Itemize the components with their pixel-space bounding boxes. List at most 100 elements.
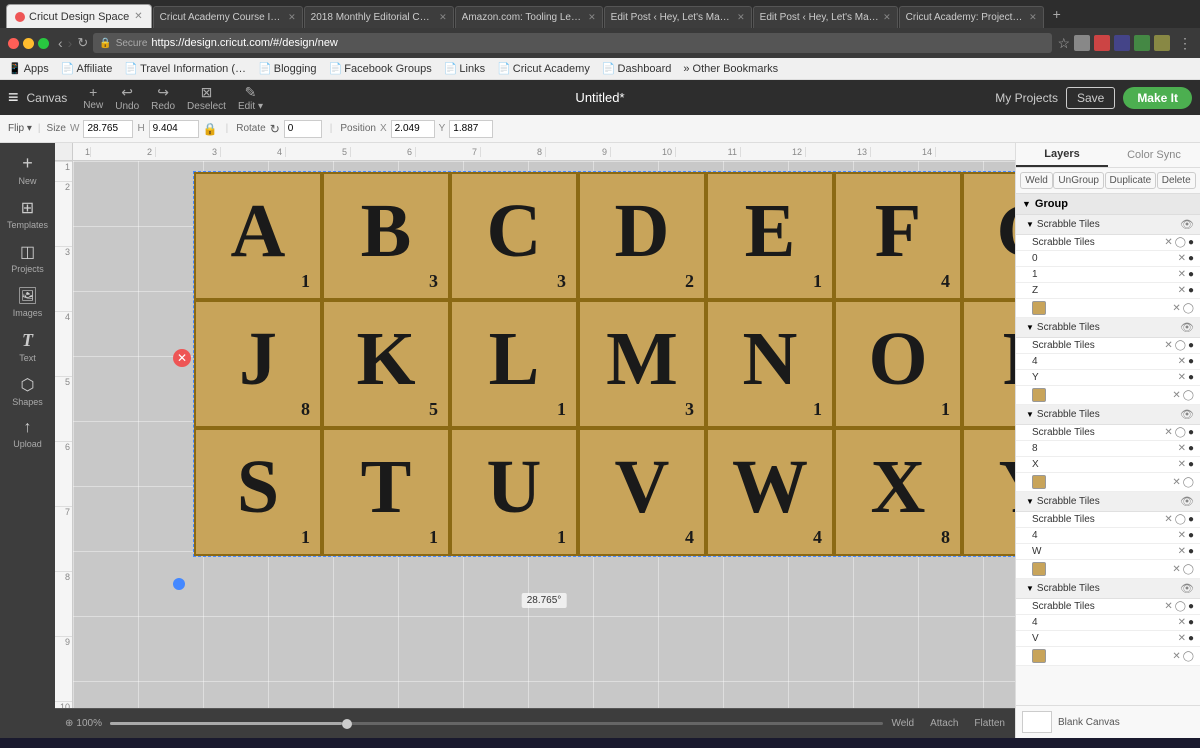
redo-btn[interactable]: ↪ Redo (151, 84, 175, 112)
tile-C[interactable]: C 3 (450, 172, 578, 300)
tool-images[interactable]: 🖼 Images (3, 280, 53, 324)
layer-circle-c4[interactable]: ◯ (1183, 564, 1194, 575)
layer-circle-c1[interactable]: ◯ (1183, 303, 1194, 314)
layer-subgroup-header-5[interactable]: ▼ Scrabble Tiles 👁 (1016, 579, 1200, 599)
layer-x-4c[interactable]: ✕ (1178, 617, 1186, 628)
layer-circle-st5[interactable]: ◯ (1175, 601, 1186, 612)
layer-x-Ya[interactable]: ✕ (1178, 372, 1186, 383)
undo-btn[interactable]: ↩ Undo (115, 84, 139, 112)
new-tab-btn[interactable]: + (1045, 6, 1069, 22)
zoom-slider-wrapper[interactable] (110, 722, 883, 725)
tool-shapes[interactable]: ⬡ Shapes (3, 369, 53, 413)
layer-fill-st2[interactable]: ● (1188, 340, 1194, 351)
layer-item-color-1[interactable]: ✕ ◯ (1016, 299, 1200, 318)
tile-J[interactable]: J 8 (194, 300, 322, 428)
bookmark-blogging[interactable]: 📄 Blogging (258, 62, 317, 75)
refresh-btn[interactable]: ↻ (77, 35, 88, 51)
deselect-btn[interactable]: ⊠ Deselect (187, 84, 226, 112)
tile-E[interactable]: E 1 (706, 172, 834, 300)
bookmark-dashboard[interactable]: 📄 Dashboard (602, 62, 672, 75)
save-btn[interactable]: Save (1066, 87, 1115, 109)
zoom-btn[interactable]: ⊕ 100% (65, 718, 102, 729)
layer-item-Vc[interactable]: V ✕ ● (1016, 631, 1200, 647)
bookmark-affiliate[interactable]: 📄 Affiliate (61, 62, 113, 75)
flip-btn[interactable]: Flip ▾ (8, 123, 32, 134)
layer-x-Wb[interactable]: ✕ (1178, 546, 1186, 557)
bookmark-other[interactable]: » Other Bookmarks (683, 63, 778, 75)
layer-x-st5[interactable]: ✕ (1164, 601, 1172, 612)
layer-circle-1b[interactable]: ● (1188, 269, 1194, 280)
resize-handle[interactable] (173, 578, 185, 590)
tile-M[interactable]: M 3 (578, 300, 706, 428)
group-header[interactable]: ▼ Group (1016, 194, 1200, 215)
layer-circle-c5[interactable]: ◯ (1183, 651, 1194, 662)
traffic-light-green[interactable] (38, 38, 49, 49)
tab-3[interactable]: 2018 Monthly Editorial Cale... ✕ (304, 6, 454, 28)
tile-T[interactable]: T 1 (322, 428, 450, 556)
layer-visibility-1[interactable]: 👁 (1180, 218, 1194, 231)
layer-circle-Z[interactable]: ● (1188, 285, 1194, 296)
layer-item-scrabble-tiles-1[interactable]: Scrabble Tiles ✕ ◯ ● (1016, 235, 1200, 251)
layer-visibility-5[interactable]: 👁 (1180, 582, 1194, 595)
tile-U[interactable]: U 1 (450, 428, 578, 556)
tab-close-3[interactable]: ✕ (439, 12, 447, 23)
layer-item-Wb[interactable]: W ✕ ● (1016, 544, 1200, 560)
forward-btn[interactable]: › (68, 35, 73, 51)
tile-N[interactable]: N 1 (706, 300, 834, 428)
layer-x-st4[interactable]: ✕ (1164, 514, 1172, 525)
duplicate-btn[interactable]: Duplicate (1105, 172, 1157, 189)
x-input[interactable] (391, 120, 435, 138)
bookmark-star-icon[interactable]: ☆ (1057, 35, 1070, 52)
layer-item-4c[interactable]: 4 ✕ ● (1016, 615, 1200, 631)
layer-circle-st4[interactable]: ◯ (1175, 514, 1186, 525)
layer-visibility-2[interactable]: 👁 (1180, 321, 1194, 334)
tab-1[interactable]: Cricut Design Space ✕ (6, 4, 152, 28)
bookmark-cricut[interactable]: 📄 Cricut Academy (497, 62, 590, 75)
extension-icon-2[interactable] (1094, 35, 1110, 51)
layer-x-8[interactable]: ✕ (1178, 443, 1186, 454)
layer-circle-Vc[interactable]: ● (1188, 633, 1194, 644)
height-input[interactable] (149, 120, 199, 138)
layer-item-4a[interactable]: 4 ✕ ● (1016, 354, 1200, 370)
tile-Y2[interactable]: Y 4 (962, 428, 1015, 556)
address-field[interactable] (151, 37, 1046, 49)
tool-projects[interactable]: ◫ Projects (3, 236, 53, 280)
layer-circle-0[interactable]: ● (1188, 253, 1194, 264)
layer-x-1b[interactable]: ✕ (1178, 269, 1186, 280)
traffic-light-yellow[interactable] (23, 38, 34, 49)
tool-templates[interactable]: ⊞ Templates (3, 192, 53, 236)
layer-item-color-5[interactable]: ✕ ◯ (1016, 647, 1200, 666)
tab-6[interactable]: Edit Post ‹ Hey, Let's Make S... ✕ (753, 6, 898, 28)
tool-text[interactable]: T Text (3, 324, 53, 369)
tab-layers[interactable]: Layers (1016, 143, 1108, 167)
layer-circle-8[interactable]: ● (1188, 443, 1194, 454)
layer-fill-st3[interactable]: ● (1188, 427, 1194, 438)
layer-circle-4c[interactable]: ● (1188, 617, 1194, 628)
layer-x-c5[interactable]: ✕ (1172, 651, 1180, 662)
weld-btn[interactable]: Weld (891, 718, 914, 729)
width-input[interactable] (83, 120, 133, 138)
tile-X[interactable]: X 8 (834, 428, 962, 556)
layer-circle-4a[interactable]: ● (1188, 356, 1194, 367)
extension-icon-1[interactable] (1074, 35, 1090, 51)
layer-circle-1[interactable]: ◯ (1175, 237, 1186, 248)
layer-item-Z[interactable]: Z ✕ ● (1016, 283, 1200, 299)
layer-item-color-2[interactable]: ✕ ◯ (1016, 386, 1200, 405)
extension-icon-3[interactable] (1114, 35, 1130, 51)
layer-fill-st4[interactable]: ● (1188, 514, 1194, 525)
tab-close-2[interactable]: ✕ (288, 12, 296, 23)
tile-L[interactable]: L 1 (450, 300, 578, 428)
tab-close-4[interactable]: ✕ (588, 12, 596, 23)
layer-x-Xb[interactable]: ✕ (1178, 459, 1186, 470)
tile-V[interactable]: V 4 (578, 428, 706, 556)
layer-x-Z[interactable]: ✕ (1178, 285, 1186, 296)
layer-x-c1[interactable]: ✕ (1172, 303, 1180, 314)
layer-subgroup-header-2[interactable]: ▼ Scrabble Tiles 👁 (1016, 318, 1200, 338)
delete-selection-btn[interactable]: ✕ (173, 349, 191, 367)
lock-ratio-icon[interactable]: 🔒 (203, 122, 218, 136)
menu-btn[interactable]: ⋮ (1178, 35, 1192, 52)
layer-visibility-3[interactable]: 👁 (1180, 408, 1194, 421)
layer-circle-st2[interactable]: ◯ (1175, 340, 1186, 351)
tile-W[interactable]: W 4 (706, 428, 834, 556)
tab-close-6[interactable]: ✕ (883, 12, 891, 23)
